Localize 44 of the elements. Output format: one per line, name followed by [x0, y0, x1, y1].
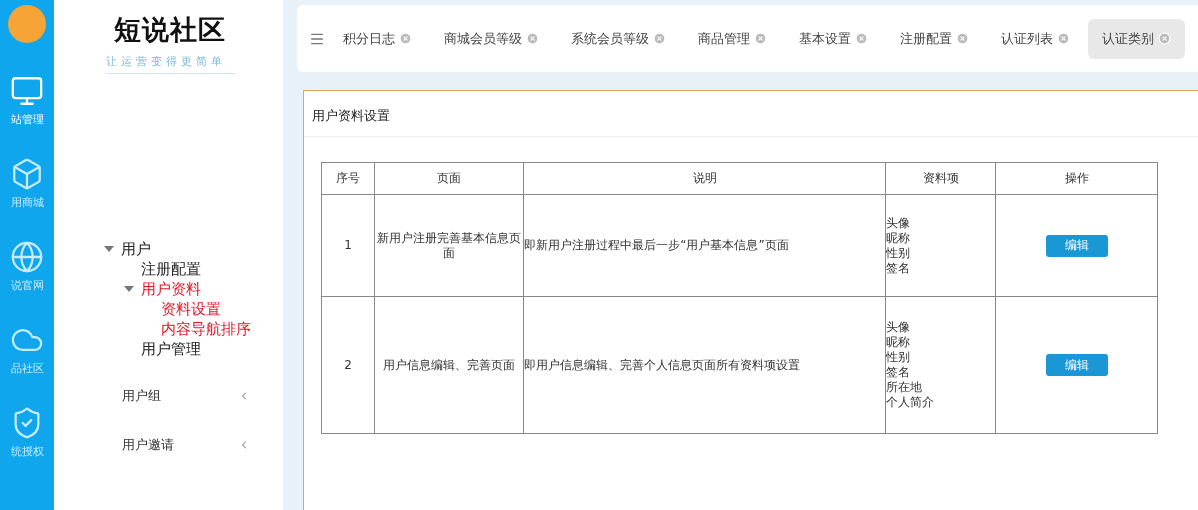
- tree-item[interactable]: 用户管理: [141, 339, 201, 359]
- globe-icon: [10, 240, 44, 274]
- table-cell: 1: [321, 194, 375, 297]
- table-cell: 新用户注册完善基本信息页面: [374, 194, 524, 297]
- close-icon[interactable]: [1158, 32, 1171, 45]
- column-header: 页面: [374, 162, 524, 195]
- box-icon: [10, 157, 44, 191]
- table-cell: 2: [321, 296, 375, 434]
- panel-title: 用户资料设置: [304, 91, 1198, 137]
- tree-item[interactable]: 用户资料: [141, 279, 201, 299]
- tab[interactable]: 积分日志: [329, 18, 426, 59]
- close-icon[interactable]: [399, 32, 412, 45]
- tab[interactable]: 商品管理: [684, 18, 781, 59]
- close-icon[interactable]: [754, 32, 767, 45]
- menu-item[interactable]: 用户组: [122, 387, 161, 405]
- table-cell: 头像 昵称 性别 签名 所在地 个人简介: [886, 296, 996, 434]
- tab[interactable]: 认证列表: [987, 18, 1084, 59]
- tab[interactable]: 注册配置: [886, 18, 983, 59]
- close-icon[interactable]: [653, 32, 666, 45]
- tab[interactable]: 商城会员等级: [430, 18, 553, 59]
- tree-item[interactable]: 内容导航排序: [161, 319, 251, 339]
- tab[interactable]: 认证类别: [1088, 18, 1185, 59]
- column-header: 资料项: [886, 162, 996, 195]
- tree-item[interactable]: 资料设置: [161, 299, 221, 319]
- table-cell: 即用户信息编辑、完善个人信息页面所有资料项设置: [523, 296, 886, 434]
- logo-text: 短说社区: [114, 13, 227, 47]
- table-cell: 头像 昵称 性别 签名: [886, 194, 996, 297]
- close-icon[interactable]: [956, 32, 969, 45]
- table-cell: 即新用户注册过程中最后一步“用户基本信息”页面: [523, 194, 886, 297]
- avatar-icon[interactable]: [7, 4, 47, 44]
- menu-item[interactable]: 用户邀请: [122, 436, 174, 454]
- tab[interactable]: 基本设置: [785, 18, 882, 59]
- column-header: 操作: [995, 162, 1158, 195]
- close-icon[interactable]: [855, 32, 868, 45]
- column-header: 说明: [523, 162, 886, 195]
- tree-item[interactable]: 用户: [121, 239, 151, 259]
- monitor-icon: [10, 74, 44, 108]
- close-icon[interactable]: [526, 32, 539, 45]
- column-header: 序号: [321, 162, 375, 195]
- slogan: 让运营变得更简单: [106, 54, 236, 74]
- close-icon[interactable]: [1057, 32, 1070, 45]
- table-cell: 用户信息编辑、完善页面: [374, 296, 524, 434]
- tree-item[interactable]: 注册配置: [141, 259, 201, 279]
- tab[interactable]: 系统会员等级: [557, 18, 680, 59]
